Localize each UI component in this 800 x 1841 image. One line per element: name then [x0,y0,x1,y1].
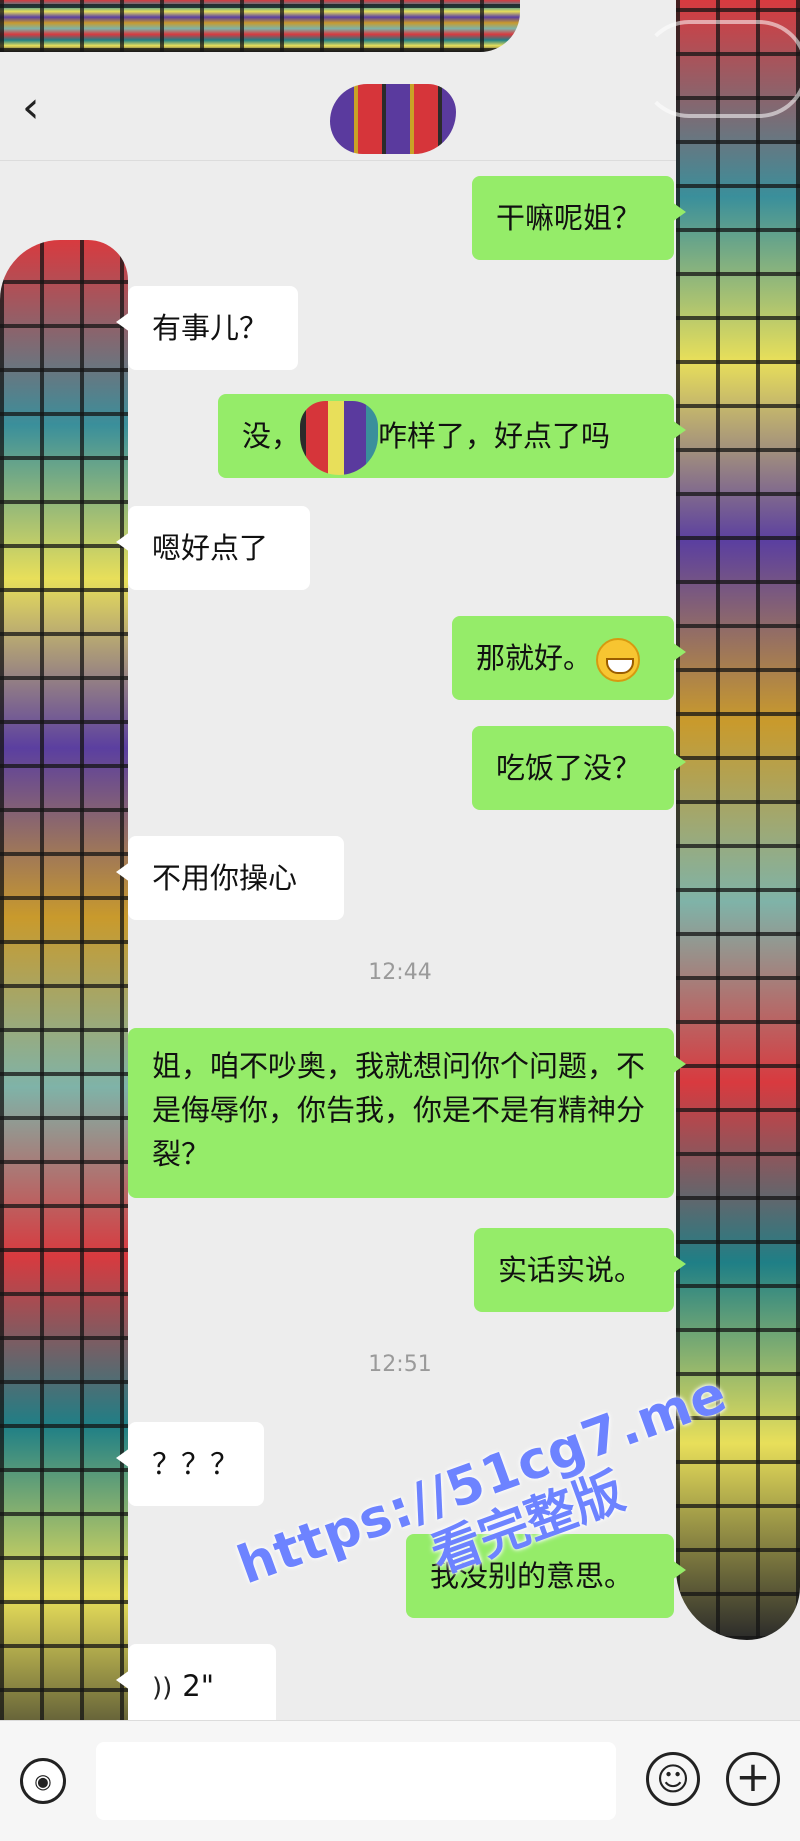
contact-name-redaction [330,84,456,154]
back-icon[interactable]: ‹ [22,78,62,138]
voice-wave-icon: )) [152,1673,173,1703]
message-text: 嗯好点了 [152,531,269,565]
message-timestamp: 12:44 [368,960,432,985]
voice-input-icon[interactable]: ◉ [20,1758,66,1804]
message-text-suffix: 咋样了，好点了吗 [378,419,611,453]
voice-message-bubble[interactable]: )) 2" [116,1644,276,1728]
message-bubble-outgoing[interactable]: 实话实说。 [474,1228,686,1312]
message-bubble-incoming[interactable]: 有事儿？ [116,286,298,370]
grin-emoji-icon [596,638,641,682]
message-text: ？？？ [152,1447,240,1481]
message-text-prefix: 没， [242,419,301,453]
message-text: 干嘛呢姐？ [496,201,642,235]
message-input[interactable] [96,1742,616,1820]
message-text: 不用你操心 [152,861,298,895]
message-bubble-outgoing[interactable]: 那就好。 [452,616,686,700]
message-bubble-incoming[interactable]: ？？？ [116,1422,264,1506]
message-timestamp: 12:51 [368,1352,432,1377]
emoji-picker-icon[interactable]: ☺ [646,1752,700,1806]
message-bubble-incoming[interactable]: 不用你操心 [116,836,344,920]
voice-duration: 2" [182,1669,215,1703]
redaction-swirl [640,20,800,118]
message-text: 那就好。 [476,641,593,675]
more-actions-plus-icon[interactable]: + [726,1752,780,1806]
message-bubble-outgoing[interactable]: 干嘛呢姐？ [472,176,686,260]
mosaic-redaction-left-avatar [0,240,128,1780]
message-bubble-outgoing[interactable]: 姐，咱不吵奥，我就想问你个问题，不是侮辱你，你告我，你是不是有精神分裂？ [128,1028,686,1198]
message-text: 有事儿？ [152,311,269,345]
message-text: 实话实说。 [498,1253,644,1287]
mosaic-redaction-top [0,0,520,52]
message-bubble-incoming[interactable]: 嗯好点了 [116,506,310,590]
message-text: 姐，咱不吵奥，我就想问你个问题，不是侮辱你，你告我，你是不是有精神分裂？ [152,1049,646,1171]
message-bubble-outgoing[interactable]: 没， 咋样了，好点了吗 [218,394,686,478]
name-redaction [300,401,379,475]
message-text: 吃饭了没？ [496,751,642,785]
message-bubble-outgoing[interactable]: 吃饭了没？ [472,726,686,810]
